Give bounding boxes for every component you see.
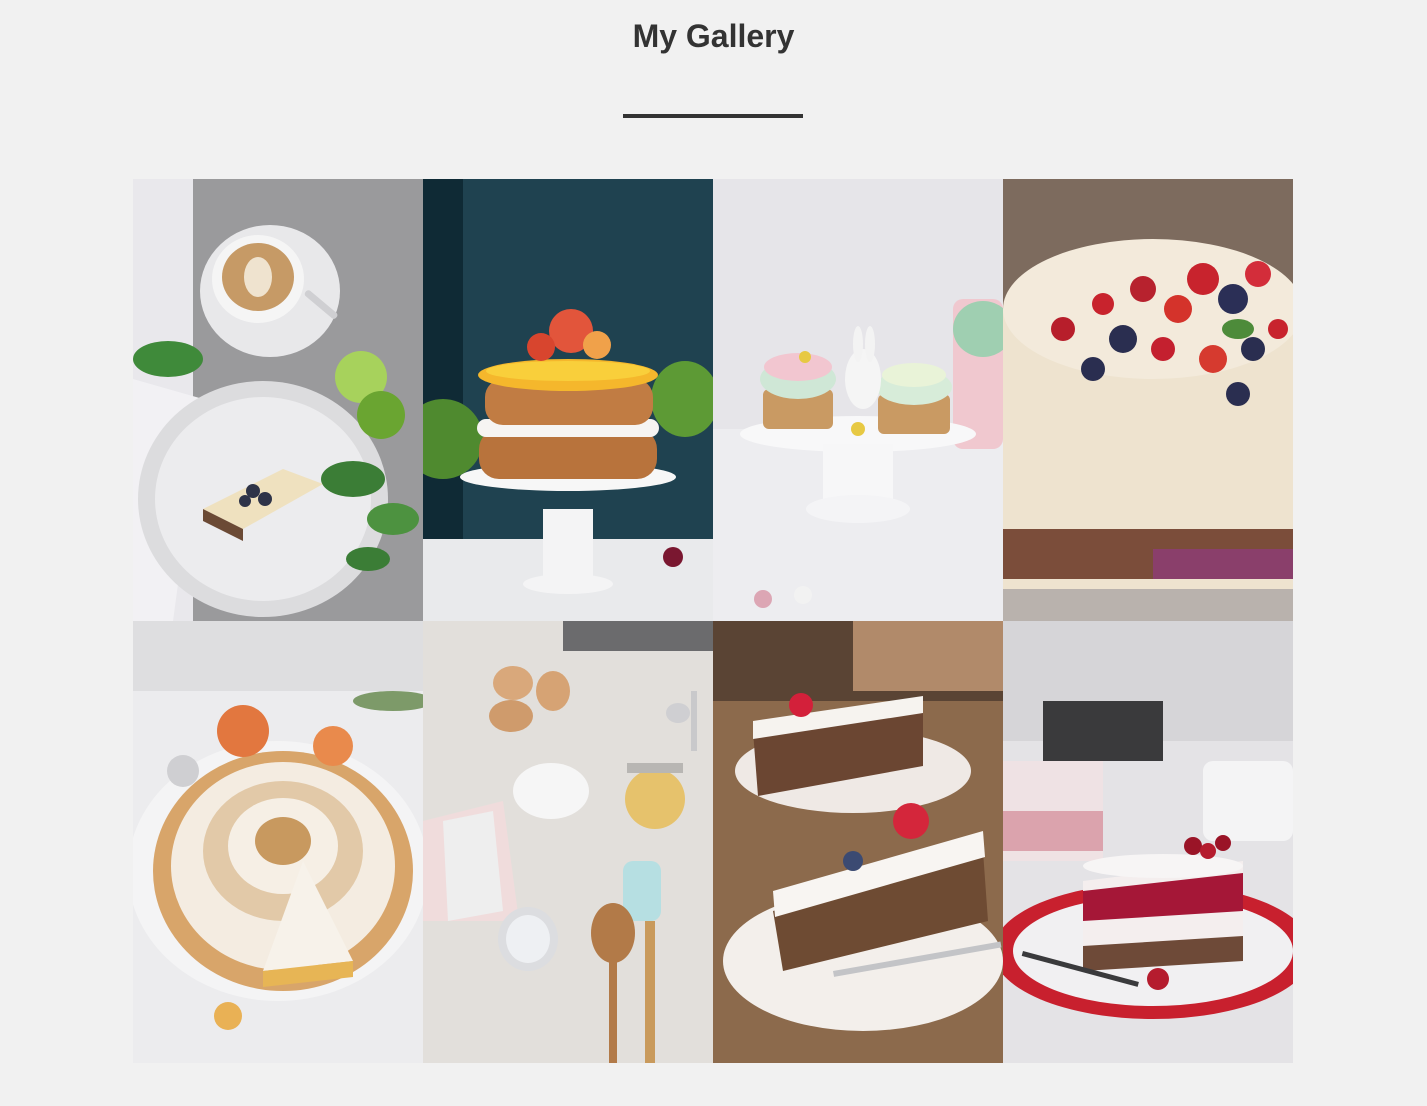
gallery-page: My Gallery bbox=[0, 0, 1427, 1106]
gallery-item-4[interactable] bbox=[1003, 179, 1293, 621]
carrot-cake-slices-photo bbox=[713, 621, 1003, 1063]
layer-cake-orange-photo bbox=[423, 179, 713, 621]
page-title: My Gallery bbox=[632, 18, 795, 54]
easter-cupcakes-photo bbox=[713, 179, 1003, 621]
baking-ingredients-photo bbox=[423, 621, 713, 1063]
gallery-item-8[interactable] bbox=[1003, 621, 1293, 1063]
gallery-item-6[interactable] bbox=[423, 621, 713, 1063]
gallery-item-7[interactable] bbox=[713, 621, 1003, 1063]
gallery-item-3[interactable] bbox=[713, 179, 1003, 621]
title-underline bbox=[623, 114, 803, 118]
image-gallery-grid bbox=[133, 179, 1293, 1063]
berry-cheesecake-photo bbox=[1003, 179, 1293, 621]
gallery-item-5[interactable] bbox=[133, 621, 423, 1063]
tiramisu-coffee-photo bbox=[133, 179, 423, 621]
gallery-item-2[interactable] bbox=[423, 179, 713, 621]
red-velvet-cake-slice-photo bbox=[1003, 621, 1293, 1063]
gallery-item-1[interactable] bbox=[133, 179, 423, 621]
meringue-tart-photo bbox=[133, 621, 423, 1063]
